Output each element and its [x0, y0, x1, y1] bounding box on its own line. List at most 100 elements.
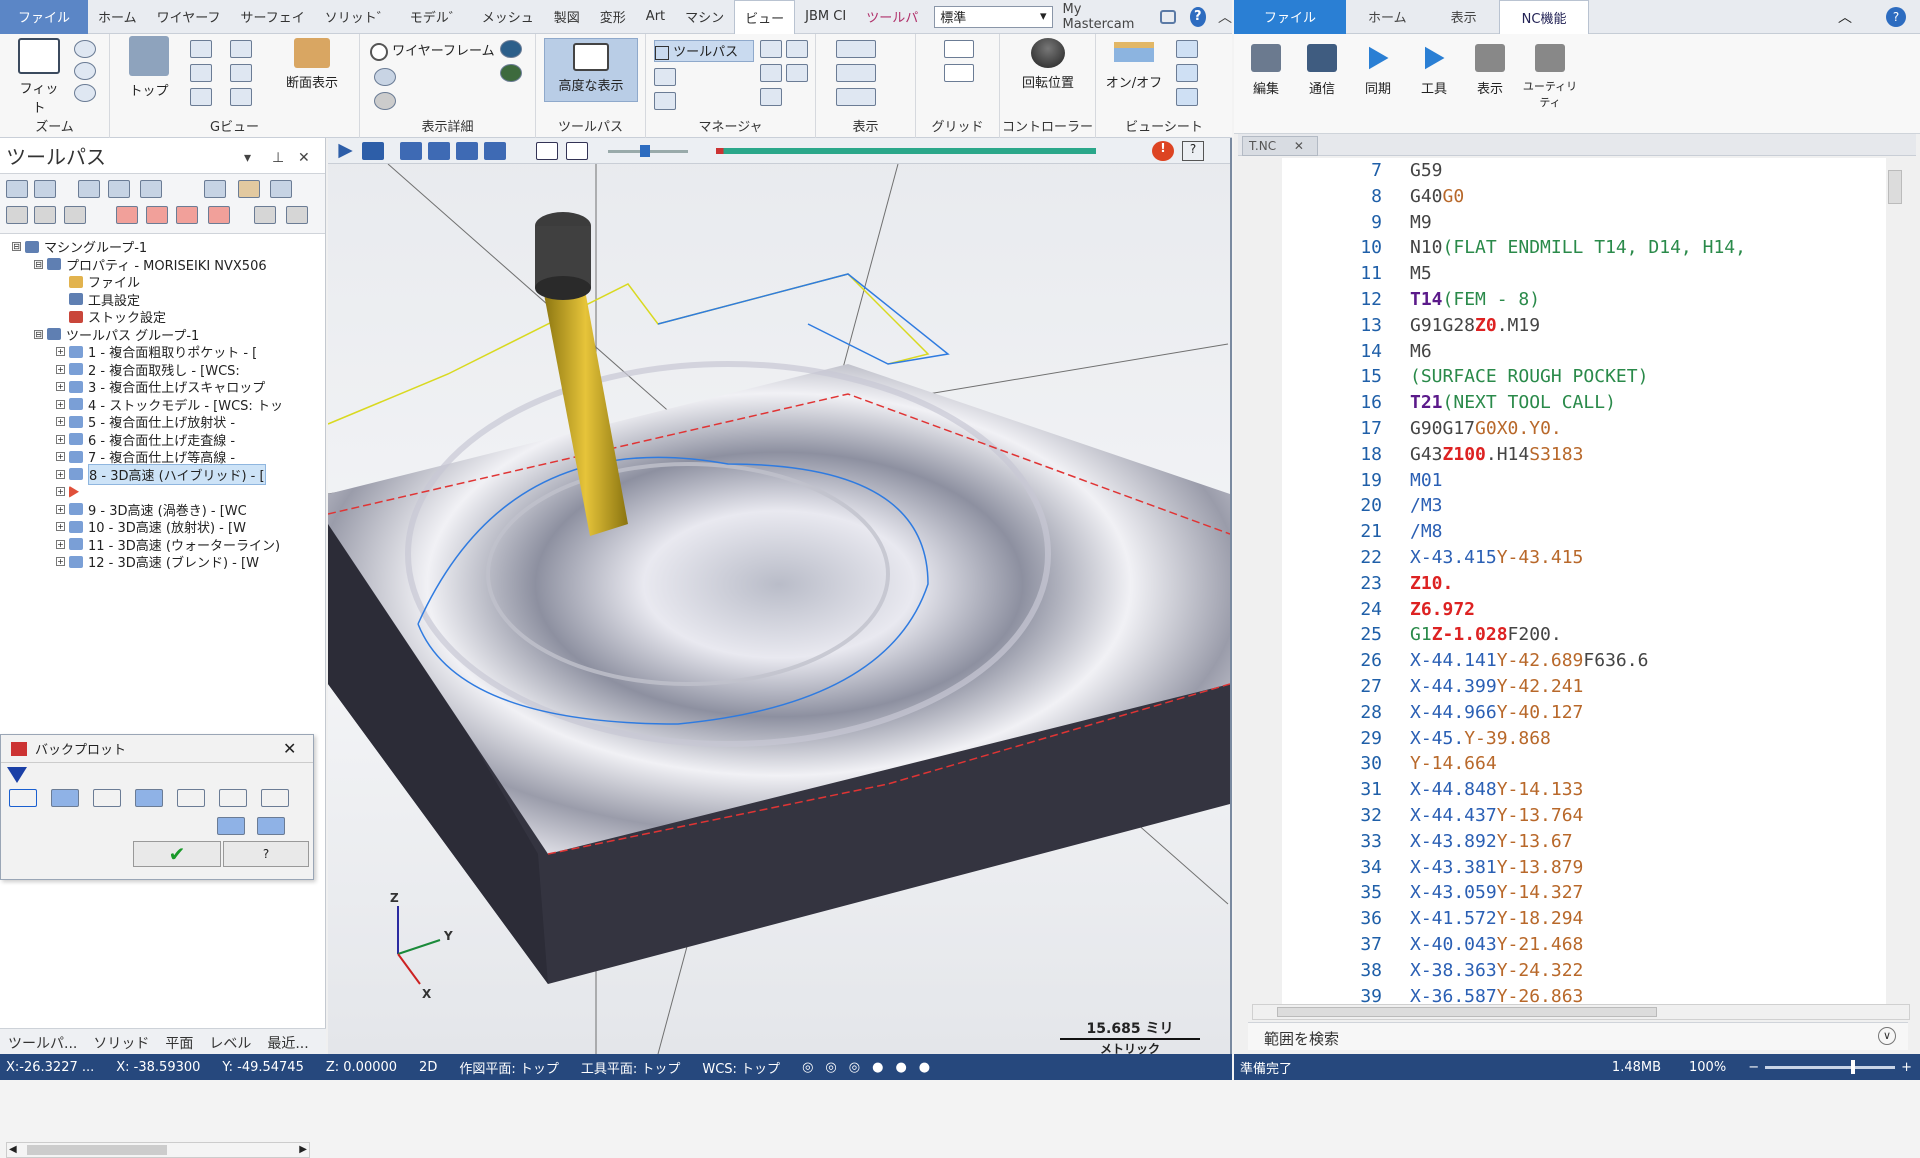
tab-toolpaths[interactable]: ツールパ	[856, 0, 928, 34]
play-icon[interactable]	[338, 143, 353, 159]
scroll-to-insert-icon[interactable]	[208, 206, 230, 224]
pin-icon[interactable]: ⊥	[272, 150, 284, 166]
nc-code-view[interactable]: 7 G59 8 G40G0 9 M9 10 N10(FLAT ENDMILL T14, D14…	[1282, 158, 1902, 1004]
toggle-post-icon[interactable]	[64, 206, 86, 224]
zoom-in-icon[interactable]	[74, 62, 96, 80]
nc-tab-view[interactable]: 表示	[1429, 0, 1499, 34]
shading-icon[interactable]: ●	[919, 1060, 930, 1075]
tree-item[interactable]: +9 - 3D高速 (渦巻き) - [WC	[0, 501, 326, 519]
code-line[interactable]: 20/M3	[1282, 493, 1902, 519]
display-toolpath-icon[interactable]	[9, 789, 37, 807]
advanced-display-button[interactable]: 高度な表示	[544, 38, 638, 102]
zoom-slider[interactable]	[1765, 1059, 1896, 1074]
nc-tab-home[interactable]: ホーム	[1346, 0, 1429, 34]
tree-item[interactable]: ⊟ ツールパス グループ-1	[0, 326, 326, 344]
expand-icon[interactable]: +	[56, 469, 65, 479]
code-line[interactable]: 12 T14(FEM - 8)	[1282, 287, 1902, 313]
expand-icon[interactable]: ⊟	[12, 242, 21, 252]
expand-icon[interactable]: +	[56, 504, 65, 514]
backplot-help-small-icon[interactable]	[261, 789, 289, 807]
nc-file-tab[interactable]: T.NC ✕	[1242, 136, 1318, 156]
tab-drafting[interactable]: 製図	[544, 0, 590, 34]
right-view-icon[interactable]	[190, 64, 212, 82]
code-line[interactable]: 16 T21(NEXT TOOL CALL)	[1282, 390, 1902, 416]
display-endpoints-icon[interactable]	[177, 789, 205, 807]
status-y[interactable]: Y: -49.54745	[222, 1060, 303, 1075]
shading-icon[interactable]: ●	[895, 1060, 906, 1075]
status-tplane[interactable]: 工具平面: トップ	[581, 1058, 681, 1077]
post-icon[interactable]	[270, 180, 292, 198]
tree-item[interactable]: +6 - 複合面仕上げ走査線 -	[0, 431, 326, 449]
regenerate-dirty-icon[interactable]	[108, 180, 130, 198]
recent-functions-icon[interactable]	[760, 64, 782, 82]
expand-icon[interactable]: +	[56, 539, 65, 549]
grid-show-icon[interactable]	[944, 40, 974, 58]
shading-icon[interactable]: ●	[872, 1060, 883, 1075]
step-display-icon[interactable]	[217, 817, 245, 835]
code-line[interactable]: 9 M9	[1282, 210, 1902, 236]
insert-arrow-icon[interactable]	[176, 206, 198, 224]
edit-button[interactable]: 編集	[1240, 40, 1292, 120]
tree-item[interactable]: +10 - 3D高速 (放射状) - [W	[0, 518, 326, 536]
toggle-display-icon[interactable]	[34, 206, 56, 224]
trail-display-icon[interactable]	[257, 817, 285, 835]
zoom-out-icon[interactable]	[74, 84, 96, 102]
code-line[interactable]: 35 X-43.059Y-14.327	[1282, 880, 1902, 906]
code-line[interactable]: 38 X-38.363Y-24.322	[1282, 958, 1902, 984]
stop-icon[interactable]	[362, 142, 384, 160]
tree-item[interactable]: ストック設定	[0, 308, 326, 326]
ok-button[interactable]: ✔	[133, 841, 221, 867]
status-cplane[interactable]: 作図平面: トップ	[459, 1058, 559, 1077]
code-line[interactable]: 22 X-43.415Y-43.415	[1282, 545, 1902, 571]
trail-mode-icon[interactable]	[536, 142, 558, 160]
top-view-button[interactable]: トップ	[122, 36, 176, 99]
lock-icon[interactable]	[6, 206, 28, 224]
display-button[interactable]: 表示	[1464, 40, 1516, 120]
status-mode[interactable]: 2D	[419, 1060, 437, 1075]
tree-item[interactable]: ファイル	[0, 273, 326, 291]
iso-view-icon[interactable]	[190, 88, 212, 106]
tab-solids-manager[interactable]: ソリッド	[85, 1029, 157, 1054]
tree-item[interactable]: +4 - ストックモデル - [WCS: トッ	[0, 396, 326, 414]
tab-file[interactable]: ファイル	[0, 0, 89, 34]
solids-manager-icon[interactable]	[654, 68, 676, 86]
code-line[interactable]: 23 Z10.	[1282, 571, 1902, 597]
multi-threading-icon[interactable]	[786, 64, 808, 82]
collapse-ribbon-icon[interactable]: ︿	[1218, 7, 1232, 27]
backplot-close-icon[interactable]: ✕	[283, 739, 296, 758]
code-line[interactable]: 36 X-41.572Y-18.294	[1282, 906, 1902, 932]
code-line[interactable]: 27 X-44.399Y-42.241	[1282, 674, 1902, 700]
style-select[interactable]: 標準 ▾	[934, 5, 1053, 28]
tree-item[interactable]: ⊟ マシングループ-1	[0, 238, 326, 256]
move-up-icon[interactable]	[146, 206, 168, 224]
display-holder-icon[interactable]	[93, 789, 121, 807]
tab-mesh[interactable]: メッシュ	[472, 0, 544, 34]
status-wcs[interactable]: WCS: トップ	[702, 1058, 780, 1077]
tab-home[interactable]: ホーム	[88, 0, 147, 34]
tab-transform[interactable]: 変形	[590, 0, 636, 34]
display-tool-icon[interactable]	[51, 789, 79, 807]
viewsheet-delete-icon[interactable]	[1176, 88, 1198, 106]
expand-icon[interactable]: +	[56, 557, 65, 567]
status-x[interactable]: X: -38.59300	[116, 1060, 200, 1075]
scroll-thumb[interactable]	[1277, 1007, 1657, 1017]
move-down-icon[interactable]	[116, 206, 138, 224]
section-view-button[interactable]: 断面表示	[270, 38, 354, 91]
expand-icon[interactable]: ⊟	[34, 259, 43, 269]
globe-icon[interactable]: ◎	[802, 1060, 813, 1075]
expand-icon[interactable]: ⊟	[34, 329, 43, 339]
code-line[interactable]: 21/M8	[1282, 519, 1902, 545]
tree-item[interactable]: +12 - 3D高速 (ブレンド) - [W	[0, 553, 326, 571]
tree-item[interactable]: +2 - 複合面取残し - [WCS:	[0, 361, 326, 379]
tab-art[interactable]: Art	[636, 0, 675, 34]
view-back-icon[interactable]	[230, 64, 252, 82]
scroll-left-arrow[interactable]: ◀	[9, 1144, 17, 1155]
groups-manager-icon[interactable]	[786, 40, 808, 58]
expand-icon[interactable]: +	[56, 382, 65, 392]
code-line[interactable]: 33 X-43.892Y-13.67	[1282, 829, 1902, 855]
backplot-icon[interactable]	[140, 180, 162, 198]
close-icon[interactable]: ✕	[1294, 139, 1304, 153]
art-manager-icon[interactable]	[760, 88, 782, 106]
zoom-window-icon[interactable]	[74, 40, 96, 58]
front-view-icon[interactable]	[190, 40, 212, 58]
